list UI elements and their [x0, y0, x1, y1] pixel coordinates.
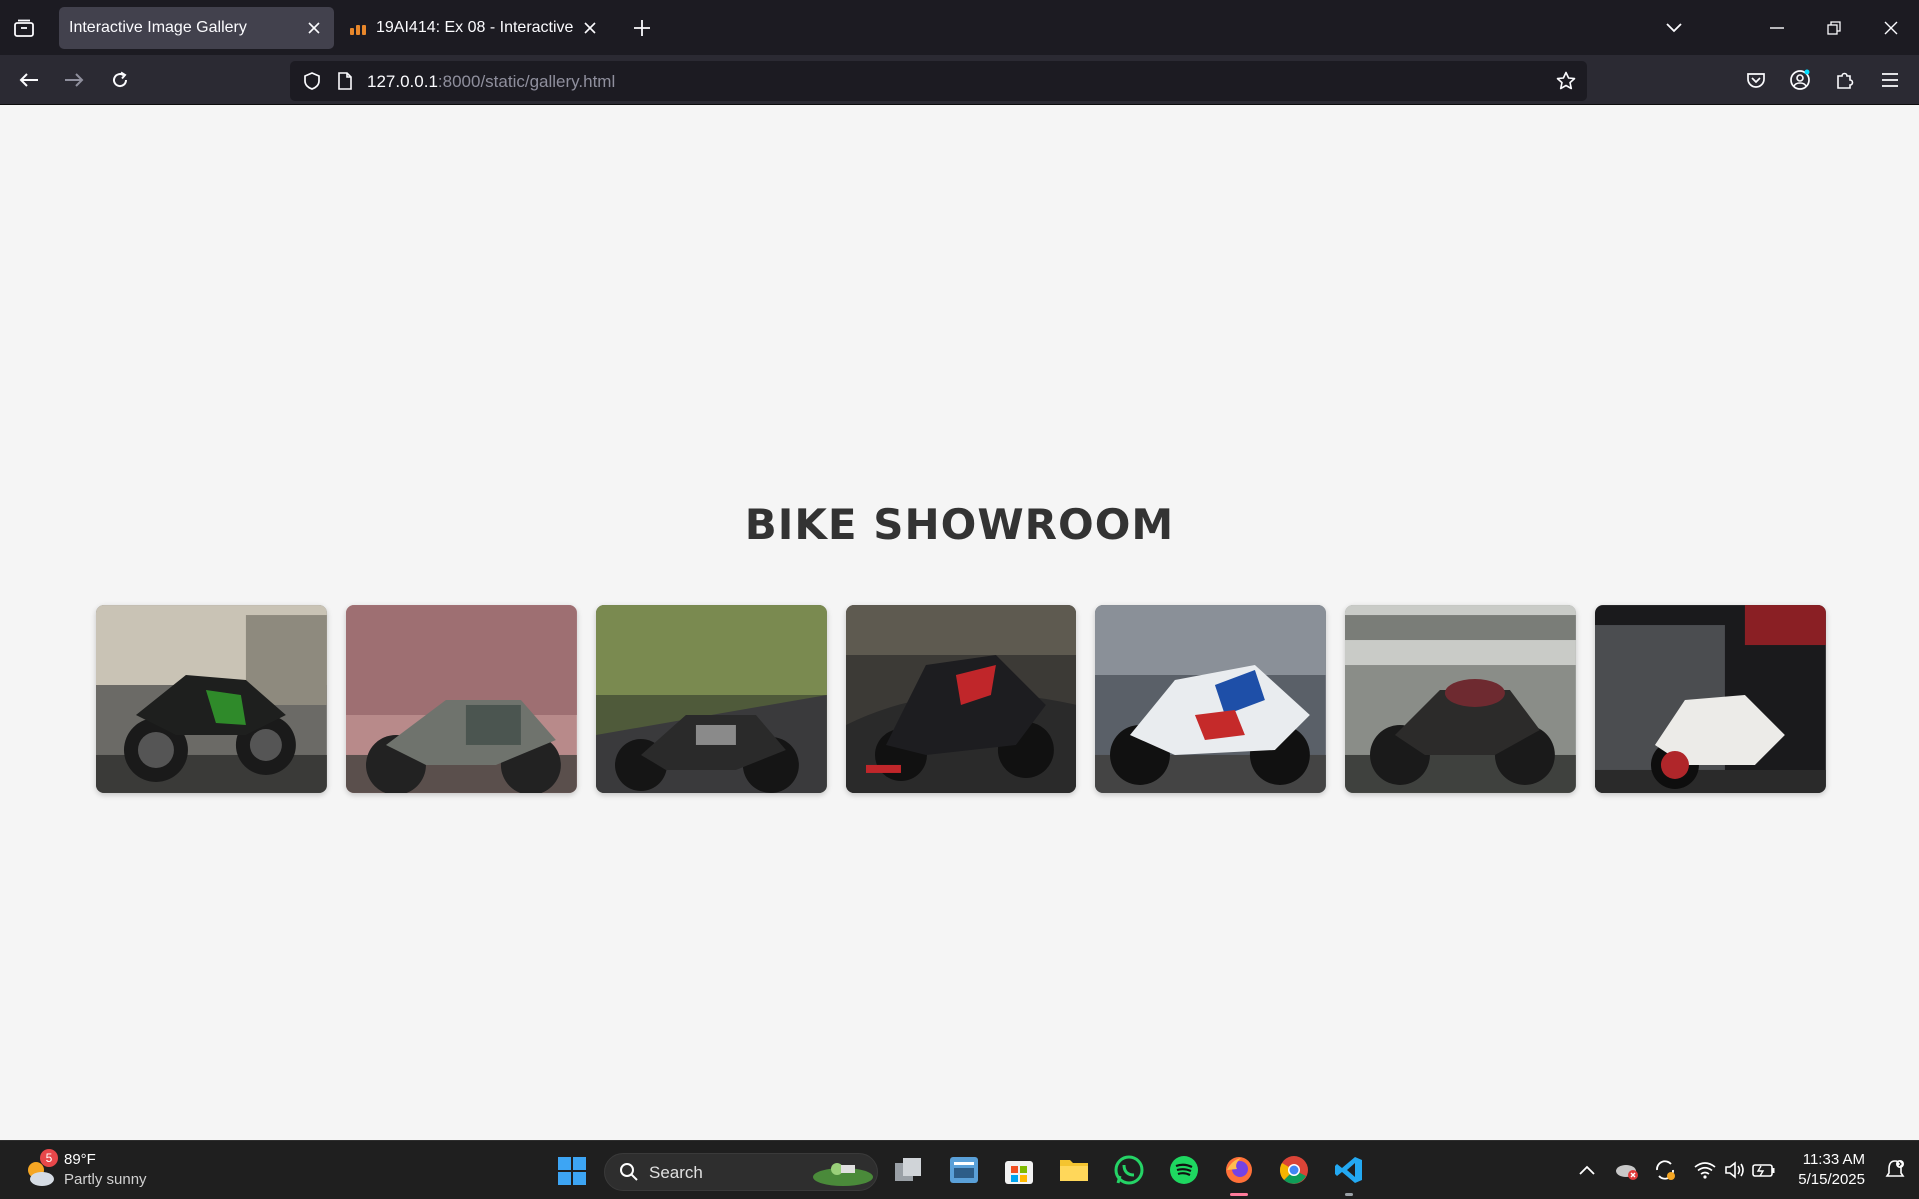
tab-label: 19AI414: Ex 08 - Interactive Ima [376, 19, 574, 36]
account-icon[interactable] [1788, 68, 1812, 92]
wifi-icon[interactable] [1689, 1154, 1721, 1186]
clock-time: 11:33 AM [1802, 1151, 1865, 1168]
weather-temp: 89°F [64, 1151, 96, 1168]
back-arrow-icon[interactable] [16, 68, 42, 92]
taskbar-search[interactable]: Search [604, 1153, 878, 1191]
page-title: BIKE SHOWROOM [744, 500, 1175, 549]
gallery-image-white-blue-red-superbike[interactable] [1095, 605, 1327, 793]
system-clock[interactable]: 11:33 AM 5/15/2025 [1798, 1150, 1865, 1190]
extensions-puzzle-icon[interactable] [1833, 68, 1857, 92]
clock-date: 5/15/2025 [1798, 1171, 1865, 1188]
vscode-icon[interactable] [1333, 1154, 1365, 1186]
gallery-image-maroon-roadster[interactable] [1345, 605, 1577, 793]
gallery-image-white-ducati[interactable] [1595, 605, 1827, 793]
url-host: 127.0.0.1 [367, 72, 438, 91]
page-info-icon[interactable] [334, 70, 356, 92]
tab-interactive-image-gallery[interactable]: Interactive Image Gallery [59, 7, 334, 49]
bookmark-star-icon[interactable] [1555, 70, 1577, 92]
battery-icon[interactable] [1748, 1154, 1780, 1186]
search-label: Search [649, 1163, 703, 1182]
tracking-shield-icon[interactable] [301, 70, 323, 92]
firefox-active-indicator [1230, 1193, 1248, 1196]
reload-icon[interactable] [107, 68, 133, 92]
chrome-icon[interactable] [1278, 1154, 1310, 1186]
firefox-icon[interactable] [1223, 1154, 1255, 1186]
window-close-icon[interactable] [1879, 17, 1903, 39]
tab-label: Interactive Image Gallery [69, 19, 247, 36]
image-gallery [96, 605, 1827, 793]
new-tab-icon[interactable] [630, 17, 654, 39]
gallery-image-black-red-racing-bike[interactable] [845, 605, 1077, 793]
minimize-icon[interactable] [1765, 17, 1789, 39]
notifications-bell-icon[interactable] [1879, 1154, 1911, 1186]
forward-arrow-icon[interactable] [61, 68, 87, 92]
gallery-image-grey-naked-bike[interactable] [345, 605, 577, 793]
close-icon[interactable] [580, 18, 600, 38]
volume-icon[interactable] [1719, 1154, 1751, 1186]
url-bar[interactable]: 127.0.0.1:8000/static/gallery.html [290, 61, 1587, 101]
weather-desc: Partly sunny [64, 1171, 147, 1188]
search-highlight-icon [813, 1163, 873, 1186]
whatsapp-icon[interactable] [1113, 1154, 1145, 1186]
show-hidden-icons-chevron-up-icon[interactable] [1571, 1154, 1603, 1186]
spotify-icon[interactable] [1168, 1154, 1200, 1186]
weather-notification-badge: 5 [40, 1149, 58, 1167]
menu-hamburger-icon[interactable] [1878, 68, 1902, 92]
browser-tab-bar: Interactive Image Gallery 19AI414: Ex 08… [0, 0, 1919, 55]
gallery-image-black-cafe-racer[interactable] [595, 605, 827, 793]
weather-widget[interactable]: 5 89°F Partly sunny [22, 1149, 182, 1193]
file-explorer-icon[interactable] [1058, 1154, 1090, 1186]
onedrive-error-icon[interactable] [1611, 1154, 1643, 1186]
sync-icon[interactable] [1649, 1154, 1681, 1186]
restore-icon[interactable] [1822, 17, 1846, 39]
close-icon[interactable] [304, 18, 324, 38]
gallery-image-green-black-sportbike[interactable] [96, 605, 327, 793]
microsoft-store-icon[interactable] [1003, 1154, 1035, 1186]
url-path: :8000/static/gallery.html [437, 72, 616, 91]
windows-start-icon[interactable] [557, 1156, 587, 1186]
list-tabs-chevron-down-icon[interactable] [1662, 17, 1686, 39]
moodle-favicon-icon [350, 21, 368, 35]
pocket-icon[interactable] [1744, 68, 1768, 92]
vscode-running-indicator [1345, 1193, 1353, 1196]
widgets-board-icon[interactable] [948, 1154, 980, 1186]
tab-ex08[interactable]: 19AI414: Ex 08 - Interactive Ima [340, 7, 610, 49]
search-icon [620, 1163, 638, 1181]
task-view-icon[interactable] [893, 1154, 925, 1186]
url-text[interactable]: 127.0.0.1:8000/static/gallery.html [367, 72, 615, 92]
tab-overview-icon[interactable] [12, 17, 36, 39]
